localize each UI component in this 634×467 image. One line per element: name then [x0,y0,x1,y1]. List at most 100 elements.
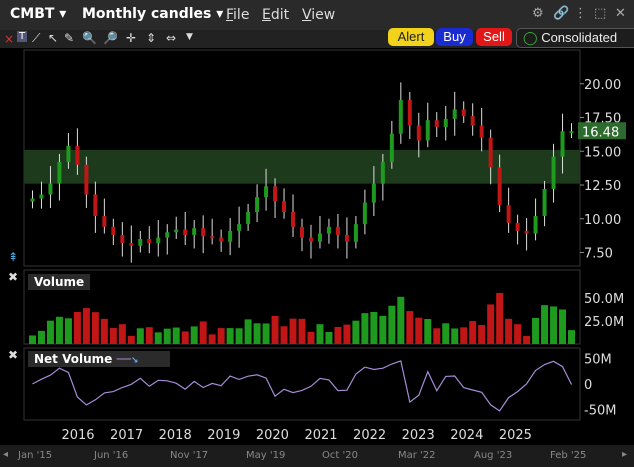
volume-bar [46,320,54,344]
candle-body [524,230,529,234]
volume-bar [280,326,288,344]
volume-bar [451,328,459,344]
candle-body [353,224,358,242]
candle-body [273,186,278,202]
candle-body [497,167,502,206]
navigator-label: Nov '17 [170,450,209,461]
year-label: 2020 [256,428,289,443]
candle-body [156,237,161,244]
candle-body [515,222,520,231]
candle-body [210,236,215,239]
volume-bar [505,318,513,344]
volume-bar [334,326,342,344]
settings-arrow-icon[interactable]: ↘ [131,356,139,366]
volume-bar [316,324,324,344]
net-volume-label: Net Volume ──↘ [28,351,170,367]
volume-bar [73,311,81,344]
volume-bar [568,330,575,344]
navigator-bar[interactable]: ◂ Jan '15 Jun '16 Nov '17 May '19 Oct '20 Mar… [0,445,634,467]
navigator-label: Aug '23 [474,450,513,461]
price-tick-label: 10.00 [584,213,621,228]
volume-bar [325,331,333,344]
volume-panel[interactable]: 50.0M 25.0M [23,269,624,345]
volume-tick-label: 50.0M [584,292,624,307]
candle-body [335,226,340,235]
navigator-label: May '19 [246,450,286,461]
volume-bar [397,296,405,344]
volume-bar [82,308,90,344]
candle-body [434,120,439,127]
candle-body [344,234,349,242]
candle-body [75,145,80,165]
candle-body [147,239,152,244]
scroll-left-icon[interactable]: ◂ [3,449,8,460]
year-label: 2025 [499,428,532,443]
candle-body [129,243,134,246]
close-volume-icon[interactable]: ✖ [8,270,18,284]
volume-bar [163,328,171,344]
volume-bar [424,319,432,344]
volume-bar [469,321,477,344]
candle-body [48,183,53,195]
volume-bar [145,327,153,344]
expand-arrow-icon[interactable]: ⇞ [8,250,18,264]
volume-bar [496,292,504,344]
year-label: 2017 [110,428,143,443]
price-tick-label: 7.50 [584,247,613,262]
volume-bar [370,311,378,344]
volume-bar [109,327,117,344]
volume-bar [559,309,567,344]
candle-body [165,232,170,238]
volume-bar [91,312,99,344]
volume-bar [388,305,396,344]
candle-body [533,216,538,234]
year-label: 2023 [402,428,435,443]
candle-body [416,125,421,141]
scroll-right-icon[interactable]: ▸ [622,449,627,460]
navigator-label: Feb '25 [550,450,587,461]
price-panel[interactable]: 20.0017.5015.0012.5010.007.5016.48 [23,49,626,267]
candle-body [264,186,269,198]
candle-body [479,125,484,138]
year-label: 2018 [159,428,192,443]
candle-body [506,205,511,223]
volume-bar [289,318,297,344]
volume-bar [226,328,234,344]
year-label: 2016 [61,428,94,443]
candle-body [192,228,197,235]
price-tick-label: 15.00 [584,145,621,160]
candle-body [246,212,251,225]
candle-body [138,239,143,246]
volume-bar [550,306,558,344]
volume-bar [514,324,522,344]
candle-body [317,233,322,242]
net-volume-tick-label: -50M [584,404,616,419]
candle-body [551,156,556,190]
last-price-text: 16.48 [582,125,619,140]
navigator-label: Oct '20 [322,450,358,461]
volume-bar [172,327,180,344]
navigator-label: Jan '15 [18,450,53,461]
candle-body [228,230,233,242]
year-label: 2024 [450,428,483,443]
candle-body [407,99,412,126]
volume-bar [29,335,36,344]
candle-body [102,216,107,227]
year-label: 2021 [304,428,337,443]
volume-bar [181,331,189,344]
volume-bar [523,335,531,344]
volume-bar [343,324,351,344]
volume-bar [208,334,216,344]
volume-bar [154,332,162,344]
candle-body [443,118,448,127]
close-net-volume-icon[interactable]: ✖ [8,348,18,362]
volume-bar [262,323,270,344]
candle-body [371,183,376,203]
candle-body [389,133,394,163]
candle-body [380,162,385,184]
volume-bar [244,319,252,344]
time-axis: 2016 2017 2018 2019 2020 2021 2022 2023 2024 2025 [61,428,531,443]
volume-bar [199,321,207,344]
volume-bar [100,318,108,344]
chart-area[interactable]: 20.0017.5015.0012.5010.007.5016.48 50.0M… [0,0,634,445]
